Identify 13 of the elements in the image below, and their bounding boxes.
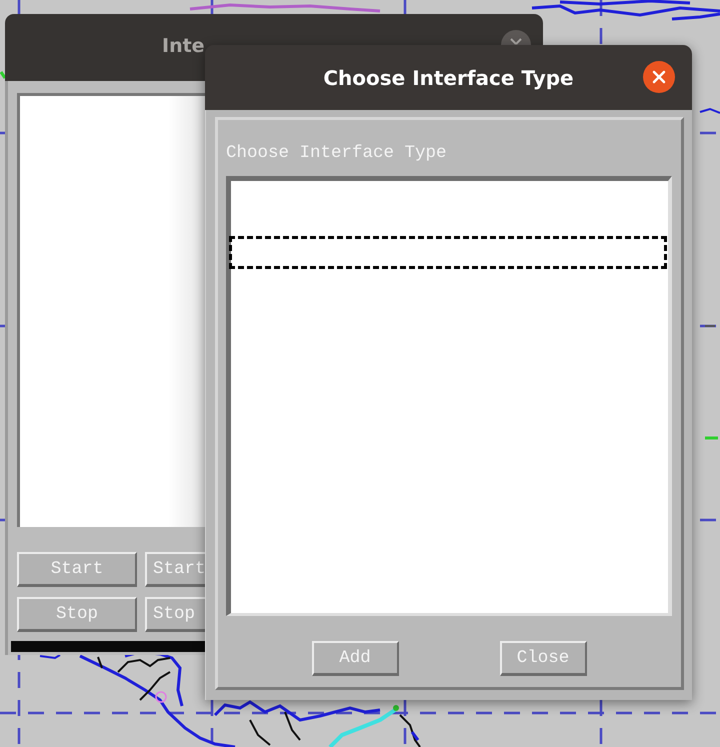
window-title: Inte [162, 34, 205, 58]
list-box[interactable] [17, 93, 205, 527]
stop-button[interactable]: Stop [145, 597, 205, 632]
close-icon[interactable] [643, 61, 675, 93]
prompt-label: Choose Interface Type [226, 142, 447, 164]
list-box[interactable] [226, 176, 672, 616]
add-button[interactable]: Add [312, 641, 398, 676]
dialog-title: Choose Interface Type [323, 66, 574, 90]
close-button[interactable]: Close [500, 641, 586, 676]
start-button[interactable]: Start [145, 552, 205, 587]
start-button[interactable]: Start [17, 552, 137, 587]
focus-outline[interactable] [229, 236, 667, 269]
stop-button[interactable]: Stop [17, 597, 137, 632]
